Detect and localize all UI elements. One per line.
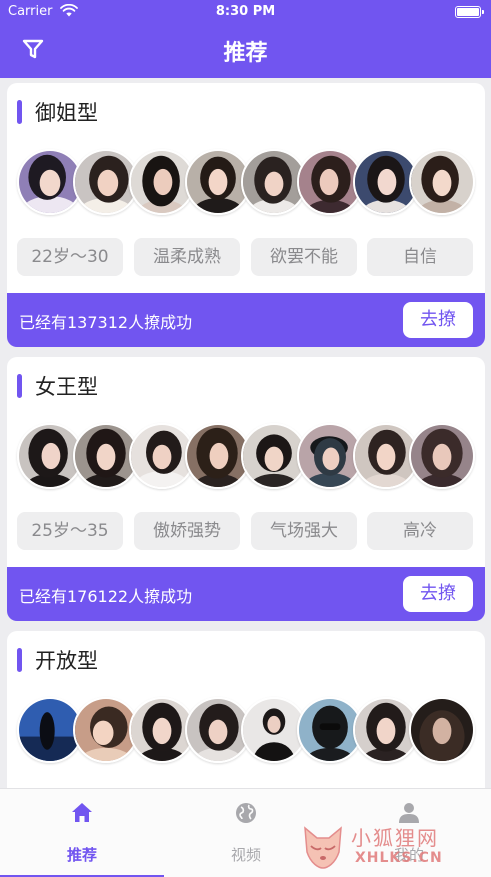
- card-footer: 已经有176122人撩成功 去撩: [7, 567, 485, 621]
- watermark-text: 小狐狸网: [351, 826, 439, 850]
- tag: 气场强大: [251, 512, 357, 550]
- category-card: 女王型 25岁～35 傲娇强势 气场强大 高冷 已经有176122人撩成功 去撩: [7, 357, 485, 621]
- category-card: 开放型: [7, 631, 485, 788]
- tag-row: 22岁～30 温柔成熟 欲罢不能 自信: [17, 238, 477, 276]
- go-flirt-button[interactable]: 去撩: [403, 576, 473, 612]
- title-accent-bar: [17, 100, 22, 124]
- title-accent-bar: [17, 374, 22, 398]
- tag: 欲罢不能: [251, 238, 357, 276]
- success-count-text: 已经有137312人撩成功: [19, 313, 193, 332]
- site-watermark: 小狐狸网 XHLKS.CN: [295, 822, 485, 874]
- fox-logo-icon: [304, 826, 342, 869]
- card-title: 御姐型: [35, 101, 98, 125]
- avatar-row: [17, 149, 477, 215]
- battery-icon: [455, 6, 484, 18]
- avatar-row: [17, 423, 477, 489]
- home-icon: [72, 803, 92, 822]
- card-title: 开放型: [35, 649, 98, 673]
- tag: 自信: [367, 238, 473, 276]
- page-title: 推荐: [223, 41, 268, 66]
- tag-row: 25岁～35 傲娇强势 气场强大 高冷: [17, 512, 477, 550]
- tag: 高冷: [367, 512, 473, 550]
- status-bar: Carrier 8:30 PM: [0, 0, 491, 24]
- category-card: 御姐型 22岁～30 温柔成熟 欲罢不能 自信 已经有137312人撩成功 去撩: [7, 83, 485, 347]
- nav-bar: 推荐: [0, 24, 491, 78]
- avatar-row: [17, 697, 477, 763]
- card-title: 女王型: [35, 375, 98, 399]
- globe-icon: [236, 803, 256, 823]
- title-accent-bar: [17, 648, 22, 672]
- watermark-domain: XHLKS.CN: [355, 850, 443, 866]
- tab-label: 推荐: [66, 846, 97, 864]
- tab-recommend[interactable]: 推荐: [0, 789, 164, 877]
- header: Carrier 8:30 PM 推荐: [0, 0, 491, 78]
- tab-bar: 推荐 视频 我的 小狐狸网 XHLKS.CN: [0, 788, 491, 877]
- avatar[interactable]: [409, 149, 475, 215]
- avatar[interactable]: [409, 423, 475, 489]
- go-flirt-button[interactable]: 去撩: [403, 302, 473, 338]
- card-footer: 已经有137312人撩成功 去撩: [7, 293, 485, 347]
- app-root: Carrier 8:30 PM 推荐 御姐型 22岁～30 温柔成熟 欲罢不能 …: [0, 0, 491, 877]
- status-time: 8:30 PM: [215, 4, 276, 19]
- tag: 温柔成熟: [134, 238, 240, 276]
- success-count-text: 已经有176122人撩成功: [19, 587, 193, 606]
- recommend-list[interactable]: 御姐型 22岁～30 温柔成熟 欲罢不能 自信 已经有137312人撩成功 去撩…: [0, 78, 491, 788]
- tag: 傲娇强势: [134, 512, 240, 550]
- tag: 22岁～30: [17, 238, 123, 276]
- tag: 25岁～35: [17, 512, 123, 550]
- avatar[interactable]: [409, 697, 475, 763]
